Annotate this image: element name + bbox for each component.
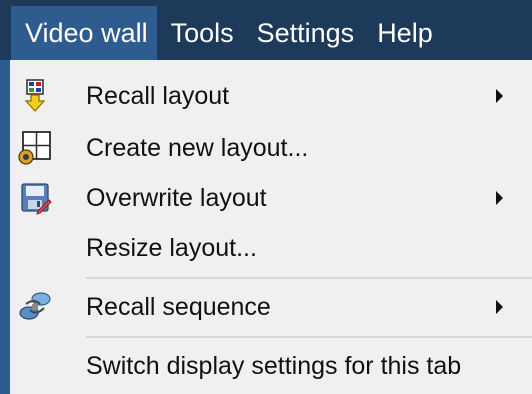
overwrite-layout-icon	[21, 183, 52, 215]
menu-help[interactable]: Help	[363, 6, 442, 60]
menu-item-switch-display-settings[interactable]: Switch display settings for this tab	[10, 344, 532, 388]
menu-item-recall-sequence[interactable]: Recall sequence	[10, 285, 532, 329]
menu-item-resize-layout[interactable]: Resize layout...	[10, 226, 532, 270]
submenu-arrow-icon	[496, 300, 503, 314]
menu-item-label: Create new layout...	[86, 134, 309, 162]
create-layout-icon	[18, 131, 51, 165]
app-window: Video wall Tools Settings Help Recall la…	[0, 0, 532, 394]
menu-item-label: Switch display settings for this tab	[86, 352, 462, 380]
recall-layout-icon	[24, 79, 46, 112]
video-wall-dropdown: Recall layout Create new layout... Overw…	[0, 60, 532, 394]
menu-item-create-new-layout[interactable]: Create new layout...	[10, 126, 532, 170]
submenu-arrow-icon	[496, 89, 503, 103]
menu-item-label: Overwrite layout	[86, 184, 267, 212]
submenu-arrow-icon	[496, 191, 503, 205]
menu-tools[interactable]: Tools	[157, 6, 243, 60]
menu-item-recall-layout[interactable]: Recall layout	[10, 74, 532, 118]
menu-separator	[86, 336, 532, 338]
menu-separator	[86, 277, 532, 279]
menu-item-overwrite-layout[interactable]: Overwrite layout	[10, 176, 532, 220]
menu-settings[interactable]: Settings	[243, 6, 364, 60]
menu-item-label: Recall sequence	[86, 293, 271, 321]
menu-item-label: Resize layout...	[86, 234, 257, 262]
menu-bar: Video wall Tools Settings Help	[0, 0, 532, 60]
menu-video-wall[interactable]: Video wall	[11, 6, 157, 60]
recall-sequence-icon	[19, 292, 51, 320]
menu-item-label: Recall layout	[86, 82, 230, 110]
